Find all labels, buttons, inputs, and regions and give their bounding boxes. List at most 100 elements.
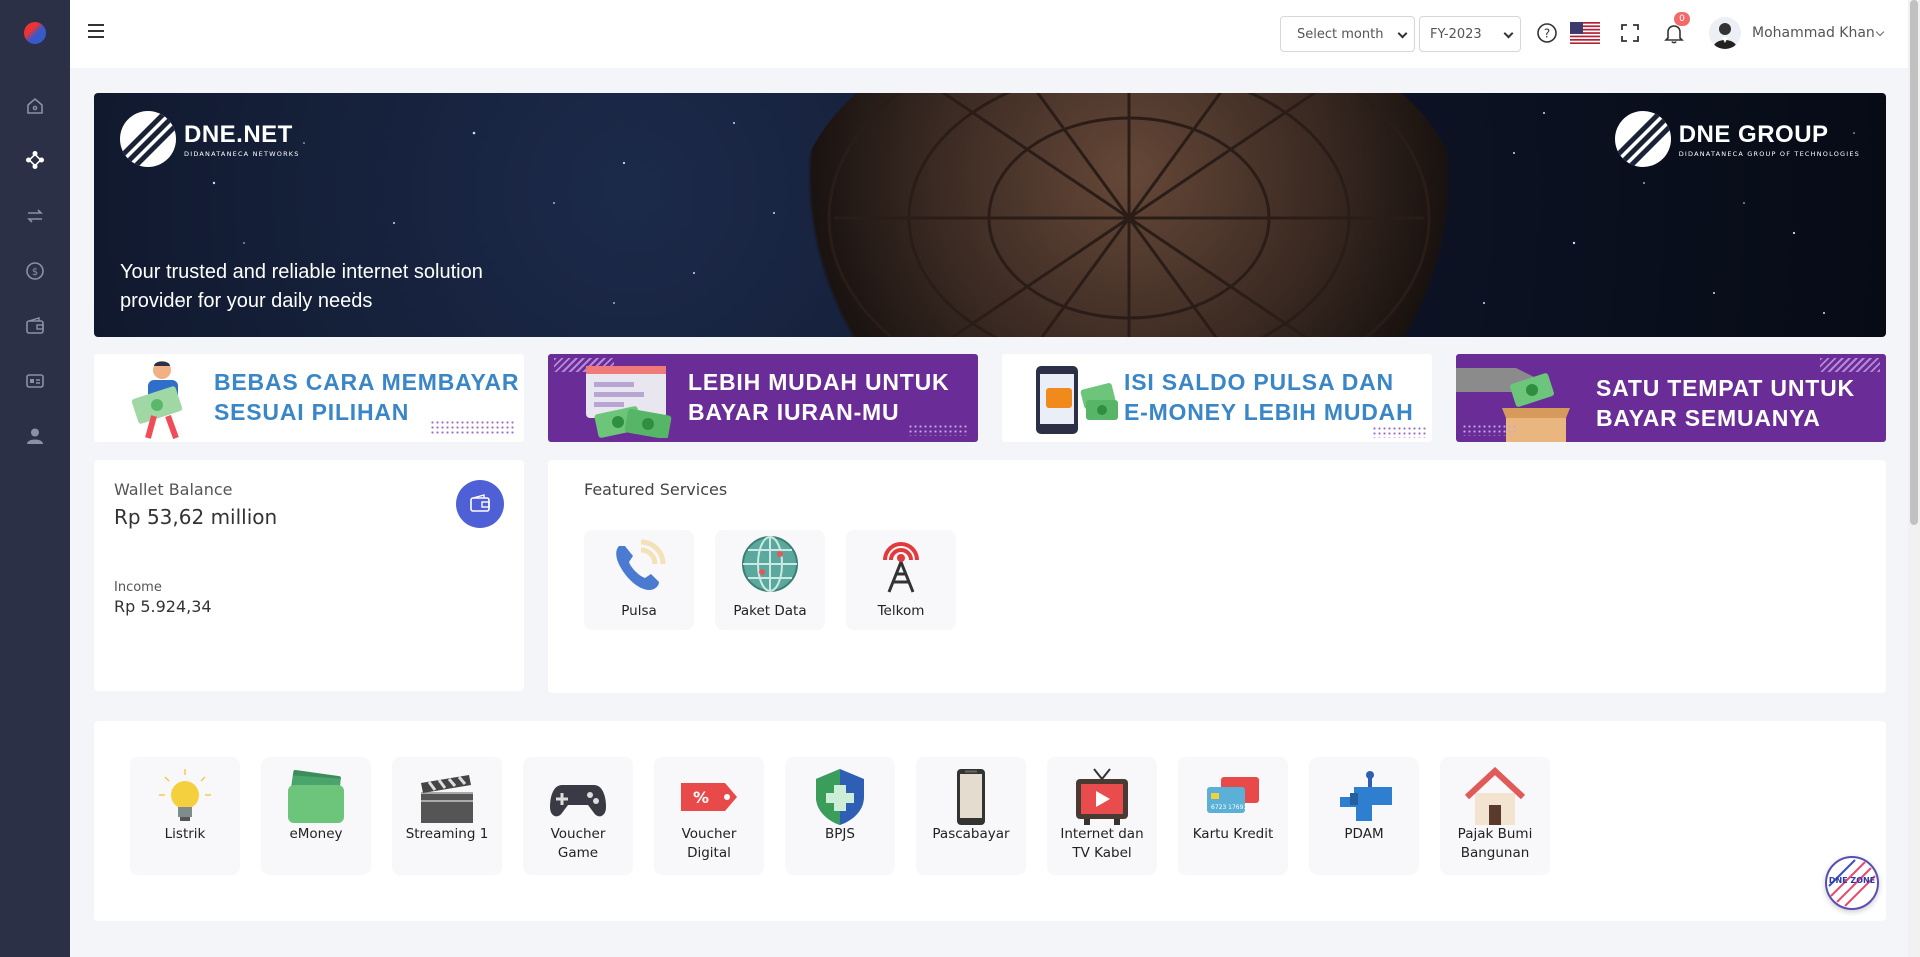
service-voucher-digital[interactable]: % Voucher Digital [654,757,764,875]
promo-line: LEBIH MUDAH UNTUK [688,369,950,395]
service-label: Internet dan TV Kabel [1060,826,1144,861]
dne-group-logo-icon [1614,111,1671,167]
service-pajak-bumi-bangunan[interactable]: Pajak Bumi Bangunan [1440,757,1550,875]
avatar[interactable] [1709,17,1741,49]
svg-text:$: $ [32,267,38,278]
brand-subtitle: DIDANATANECA GROUP OF TECHNOLOGIES [1678,149,1860,158]
chevron-down-icon[interactable] [1875,27,1885,37]
chevron-down-icon [1397,28,1408,39]
wallet-icon [470,494,490,512]
featured-service-paket-data[interactable]: Paket Data [715,530,825,630]
dne-zone-label: DNE ZONE [1828,876,1876,885]
month-select[interactable]: Select month [1280,16,1415,52]
wallet-icon[interactable] [23,314,47,338]
bill-with-money-icon [586,366,672,438]
year-select[interactable]: FY-2023 [1419,16,1521,52]
month-select-value: Select month [1297,26,1384,42]
brand-name: DNE GROUP [1678,120,1829,148]
service-bpjs[interactable]: BPJS [785,757,895,875]
service-voucher-game[interactable]: Voucher Game [523,757,633,875]
help-icon[interactable]: ? [1536,22,1558,44]
transfer-icon[interactable] [23,204,47,228]
year-select-value: FY-2023 [1430,26,1482,42]
globe-icon [742,536,798,592]
apps-icon[interactable] [23,148,47,172]
dish-frame [827,93,1431,337]
promo-banner[interactable]: LEBIH MUDAH UNTUK BAYAR IURAN-MU [548,354,978,442]
featured-service-label: Paket Data [733,603,807,619]
money-wallet-icon [288,770,344,823]
person-with-money-icon [131,361,183,440]
featured-service-label: Pulsa [621,603,657,619]
service-label: Pajak Bumi Bangunan [1457,826,1533,861]
service-internet-tv-kabel[interactable]: Internet dan TV Kabel [1047,757,1157,875]
svg-text:?: ? [1544,27,1550,41]
health-shield-icon [816,769,864,825]
gamepad-icon [550,785,606,817]
home-icon[interactable] [23,94,47,118]
decoration [1462,424,1516,436]
promo-banner[interactable]: SATU TEMPAT UNTUK BAYAR SEMUANYA [1456,354,1886,442]
credit-card-icon: 6723 17693 [1207,777,1259,813]
service-listrik[interactable]: Listrik [130,757,240,875]
decoration [1820,358,1880,372]
dne-zone-button[interactable]: DNE ZONE [1825,856,1879,910]
house-icon [1465,767,1525,825]
chevron-down-icon [1503,28,1514,39]
promo-line: E-MONEY LEBIH MUDAH [1124,399,1414,425]
svg-text:%: % [693,788,709,807]
promo-banner[interactable]: ISI SALDO PULSA DAN E-MONEY LEBIH MUDAH [1002,354,1432,442]
scrollbar-thumb[interactable] [1910,0,1918,525]
dne-net-logo-icon [120,111,176,167]
decoration [1372,426,1428,438]
decoration [908,424,968,436]
service-label: eMoney [289,826,343,842]
svg-text:6723 17693: 6723 17693 [1211,804,1247,811]
income-label: Income [114,580,162,595]
service-pdam[interactable]: PDAM [1309,757,1419,875]
smartphone-icon [957,769,985,825]
lightbulb-icon [159,769,211,821]
service-label: Kartu Kredit [1192,826,1274,842]
service-pascabayar[interactable]: Pascabayar [916,757,1026,875]
service-label: PDAM [1344,826,1384,842]
promo-text: BEBAS CARA MEMBAYAR SESUAI PILIHAN [214,367,519,427]
wallet-balance-value: Rp 53,62 million [114,505,278,529]
us-flag-icon[interactable] [1570,22,1600,44]
promo-banner[interactable]: BEBAS CARA MEMBAYAR SESUAI PILIHAN [94,354,524,442]
service-label: Pascabayar [932,826,1010,842]
dne-group-brand: DNE GROUP DIDANATANECA GROUP OF TECHNOLO… [1614,111,1860,167]
hero-banner: DNE.NET DIDANATANECA NETWORKS DNE GROUP … [94,93,1886,337]
wallet-card: Wallet Balance Rp 53,62 million Income R… [94,460,524,691]
promo-text: LEBIH MUDAH UNTUK BAYAR IURAN-MU [688,367,949,427]
dollar-icon[interactable]: $ [23,259,47,283]
service-label: BPJS [825,826,855,842]
id-card-icon[interactable] [23,369,47,393]
wallet-button[interactable] [456,480,504,528]
promo-line: BAYAR IURAN-MU [688,399,900,425]
promo-line: BAYAR SEMUANYA [1596,405,1821,431]
page-scrollbar[interactable] [1908,0,1920,957]
menu-toggle-icon[interactable] [88,24,104,38]
promo-line: BEBAS CARA MEMBAYAR [214,369,520,395]
service-label: Streaming 1 [405,826,489,842]
topbar: Select month FY-2023 ? 0 Mohammad Khan [70,0,1920,68]
user-icon[interactable] [23,424,47,448]
promo-line: SATU TEMPAT UNTUK [1596,375,1855,401]
service-kartu-kredit[interactable]: 6723 17693 Kartu Kredit [1178,757,1288,875]
promo-text: SATU TEMPAT UNTUK BAYAR SEMUANYA [1596,373,1855,433]
user-name[interactable]: Mohammad Khan [1752,25,1875,41]
service-label: Voucher Game [550,826,606,861]
fullscreen-icon[interactable] [1619,22,1641,44]
service-streaming[interactable]: Streaming 1 [392,757,502,875]
promo-line: ISI SALDO PULSA DAN [1124,369,1394,395]
featured-service-telkom[interactable]: Telkom [846,530,956,630]
featured-service-pulsa[interactable]: Pulsa [584,530,694,630]
phone-icon [616,539,666,590]
app-logo-icon[interactable] [24,22,46,44]
clapperboard-icon [421,775,473,823]
income-value: Rp 5.924,34 [114,597,212,616]
brand-name: DNE.NET [184,120,293,148]
service-emoney[interactable]: eMoney [261,757,371,875]
tv-icon [1076,768,1128,825]
